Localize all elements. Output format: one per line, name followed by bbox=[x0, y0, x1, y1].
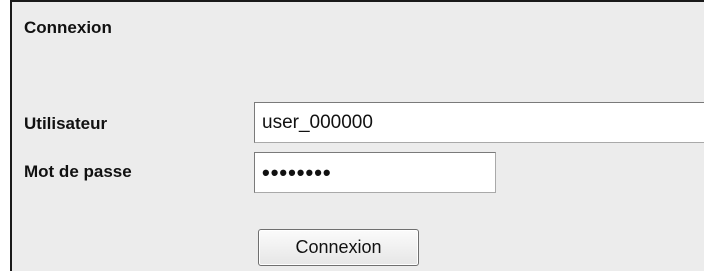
login-panel: Connexion Utilisateur Mot de passe Conne… bbox=[10, 0, 704, 271]
username-label: Utilisateur bbox=[24, 114, 108, 133]
password-field[interactable] bbox=[254, 152, 496, 193]
connexion-button[interactable]: Connexion bbox=[258, 229, 419, 266]
password-label: Mot de passe bbox=[24, 162, 132, 181]
panel-title: Connexion bbox=[24, 18, 112, 37]
username-field[interactable] bbox=[254, 102, 704, 143]
